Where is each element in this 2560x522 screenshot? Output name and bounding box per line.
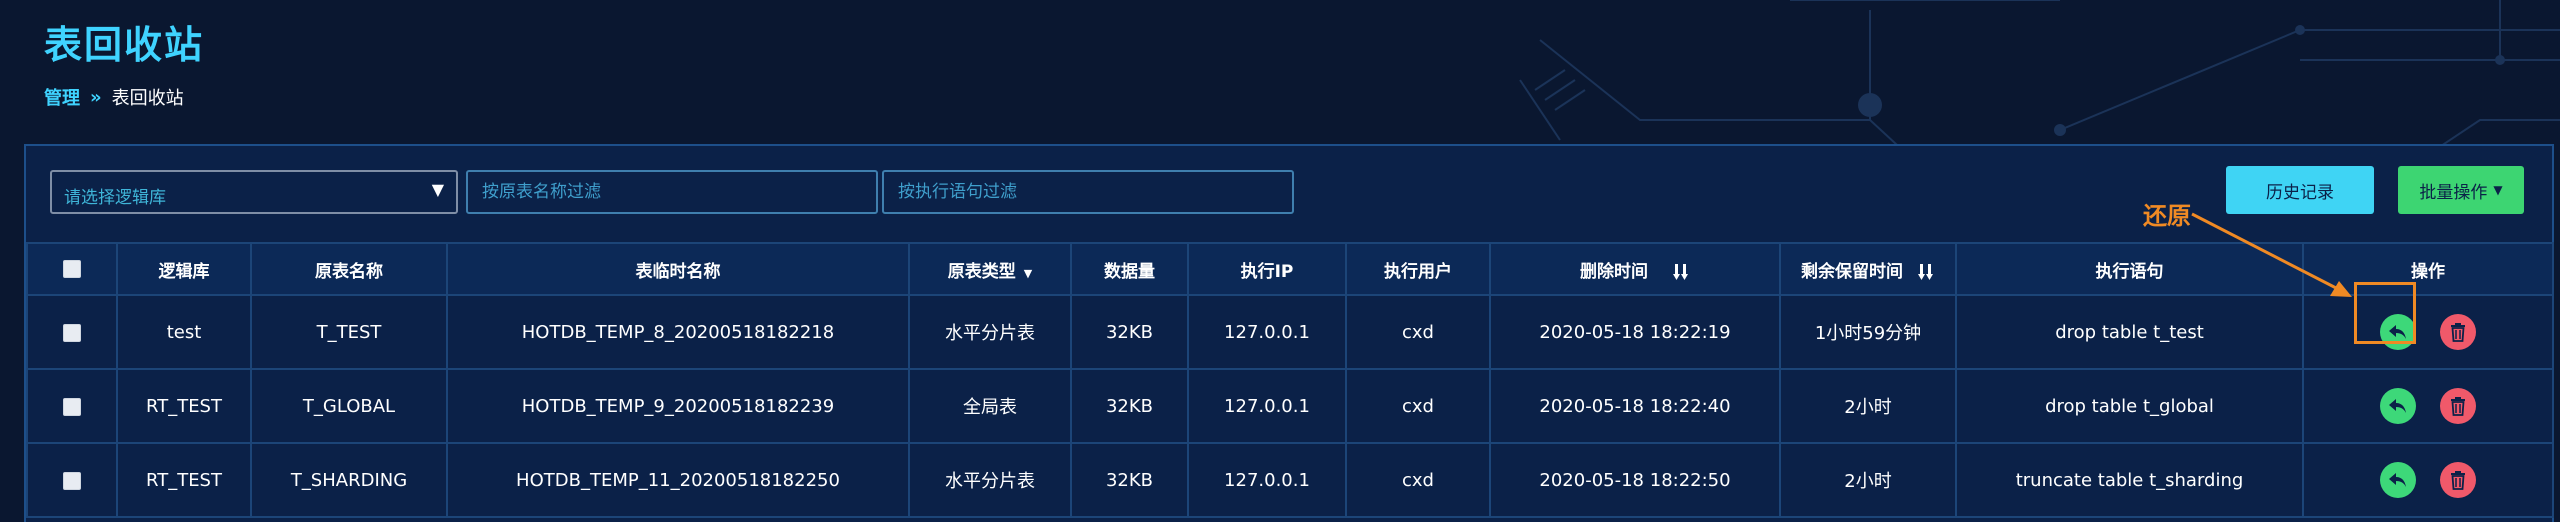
cell-orig-name: T_GLOBAL xyxy=(250,368,448,444)
cell-delete-time: 2020-05-18 18:22:50 xyxy=(1489,442,1781,518)
col-ops: 操作 xyxy=(2302,242,2554,296)
col-exec-user: 执行用户 xyxy=(1345,242,1491,296)
col-exec-ip: 执行IP xyxy=(1187,242,1347,296)
sort-icon[interactable] xyxy=(1672,263,1690,281)
delete-button[interactable] xyxy=(2440,388,2476,424)
select-all-checkbox[interactable] xyxy=(63,260,81,278)
sort-icon[interactable] xyxy=(1917,263,1935,281)
batch-operation-button[interactable]: 批量操作 ▼ xyxy=(2398,166,2524,214)
cell-db: test xyxy=(116,294,252,370)
col-db: 逻辑库 xyxy=(116,242,252,296)
col-sql: 执行语句 xyxy=(1955,242,2304,296)
logic-db-select[interactable]: 请选择逻辑库 ▼ xyxy=(50,170,458,214)
cell-sql: truncate table t_sharding xyxy=(1955,442,2304,518)
cell-delete-time: 2020-05-18 18:22:19 xyxy=(1489,294,1781,370)
cell-ops xyxy=(2302,368,2554,444)
caret-down-icon: ▼ xyxy=(2493,183,2503,197)
cell-orig-name: T_SHARDING xyxy=(250,442,448,518)
col-orig-type[interactable]: 原表类型 ▼ xyxy=(908,242,1072,296)
cell-exec-user: cxd xyxy=(1345,442,1491,518)
cell-ops xyxy=(2302,294,2554,370)
col-orig-type-label: 原表类型 xyxy=(947,261,1016,282)
breadcrumb-separator: » xyxy=(90,86,102,108)
history-button-label: 历史记录 xyxy=(2266,182,2334,203)
breadcrumb-current: 表回收站 xyxy=(111,88,184,109)
trash-icon xyxy=(2451,397,2465,416)
cell-data-size: 32KB xyxy=(1070,368,1189,444)
logic-db-select-placeholder: 请选择逻辑库 xyxy=(64,188,166,208)
col-temp-name: 表临时名称 xyxy=(446,242,910,296)
cell-ops xyxy=(2302,442,2554,518)
cell-orig-type: 水平分片表 xyxy=(908,442,1072,518)
restore-button[interactable] xyxy=(2380,388,2416,424)
cell-remaining: 2小时 xyxy=(1779,368,1957,444)
breadcrumb-manage-link[interactable]: 管理 xyxy=(44,84,80,110)
cell-temp-name: HOTDB_TEMP_11_20200518182250 xyxy=(446,442,910,518)
batch-operation-label: 批量操作 xyxy=(2419,182,2488,203)
cell-exec-user: cxd xyxy=(1345,294,1491,370)
cell-sql: drop table t_global xyxy=(1955,368,2304,444)
cell-remaining: 1小时59分钟 xyxy=(1779,294,1957,370)
cell-orig-type: 水平分片表 xyxy=(908,294,1072,370)
cell-data-size: 32KB xyxy=(1070,294,1189,370)
col-data-size: 数据量 xyxy=(1070,242,1189,296)
cell-db: RT_TEST xyxy=(116,442,252,518)
col-delete-time[interactable]: 删除时间 xyxy=(1489,242,1781,296)
table-row: test T_TEST HOTDB_TEMP_8_20200518182218 … xyxy=(26,294,2554,370)
col-remaining-label: 剩余保留时间 xyxy=(1801,261,1904,282)
cell-exec-ip: 127.0.0.1 xyxy=(1187,442,1347,518)
delete-button[interactable] xyxy=(2440,314,2476,350)
page-title: 表回收站 xyxy=(44,23,205,67)
cell-orig-name: T_TEST xyxy=(250,294,448,370)
restore-highlight-box xyxy=(2354,282,2416,344)
cell-exec-ip: 127.0.0.1 xyxy=(1187,294,1347,370)
undo-arrow-icon xyxy=(2389,399,2406,413)
cell-sql: drop table t_test xyxy=(1955,294,2304,370)
table-header-row: 逻辑库 原表名称 表临时名称 原表类型 ▼ 数据量 执行IP 执行用户 删除时间 … xyxy=(26,242,2554,296)
row-checkbox[interactable] xyxy=(63,323,81,342)
cell-data-size: 32KB xyxy=(1070,442,1189,518)
row-checkbox[interactable] xyxy=(63,471,81,490)
recycle-table: 逻辑库 原表名称 表临时名称 原表类型 ▼ 数据量 执行IP 执行用户 删除时间 … xyxy=(26,242,2554,518)
cell-exec-ip: 127.0.0.1 xyxy=(1187,368,1347,444)
cell-db: RT_TEST xyxy=(116,368,252,444)
row-select-cell xyxy=(26,442,118,518)
col-delete-time-label: 删除时间 xyxy=(1580,261,1649,282)
restore-annotation-label: 还原 xyxy=(2143,202,2191,230)
cell-delete-time: 2020-05-18 18:22:40 xyxy=(1489,368,1781,444)
trash-icon xyxy=(2451,323,2465,342)
row-select-cell xyxy=(26,294,118,370)
select-caret-icon: ▼ xyxy=(431,180,444,199)
cell-temp-name: HOTDB_TEMP_8_20200518182218 xyxy=(446,294,910,370)
cell-exec-user: cxd xyxy=(1345,368,1491,444)
cell-temp-name: HOTDB_TEMP_9_20200518182239 xyxy=(446,368,910,444)
table-row: RT_TEST T_GLOBAL HOTDB_TEMP_9_2020051818… xyxy=(26,368,2554,444)
cell-orig-type: 全局表 xyxy=(908,368,1072,444)
delete-button[interactable] xyxy=(2440,462,2476,498)
row-checkbox[interactable] xyxy=(63,397,81,416)
dropdown-caret-icon: ▼ xyxy=(1023,266,1033,280)
sql-filter-input[interactable] xyxy=(882,170,1294,214)
table-row: RT_TEST T_SHARDING HOTDB_TEMP_11_2020051… xyxy=(26,442,2554,518)
trash-icon xyxy=(2451,471,2465,490)
breadcrumb: 管理 » 表回收站 xyxy=(44,84,184,110)
cell-remaining: 2小时 xyxy=(1779,442,1957,518)
table-name-filter-input[interactable] xyxy=(466,170,878,214)
col-orig-name: 原表名称 xyxy=(250,242,448,296)
select-all-cell xyxy=(26,242,118,296)
col-remaining[interactable]: 剩余保留时间 xyxy=(1779,242,1957,296)
undo-arrow-icon xyxy=(2389,473,2406,487)
restore-button[interactable] xyxy=(2380,462,2416,498)
history-button[interactable]: 历史记录 xyxy=(2226,166,2374,214)
row-select-cell xyxy=(26,368,118,444)
